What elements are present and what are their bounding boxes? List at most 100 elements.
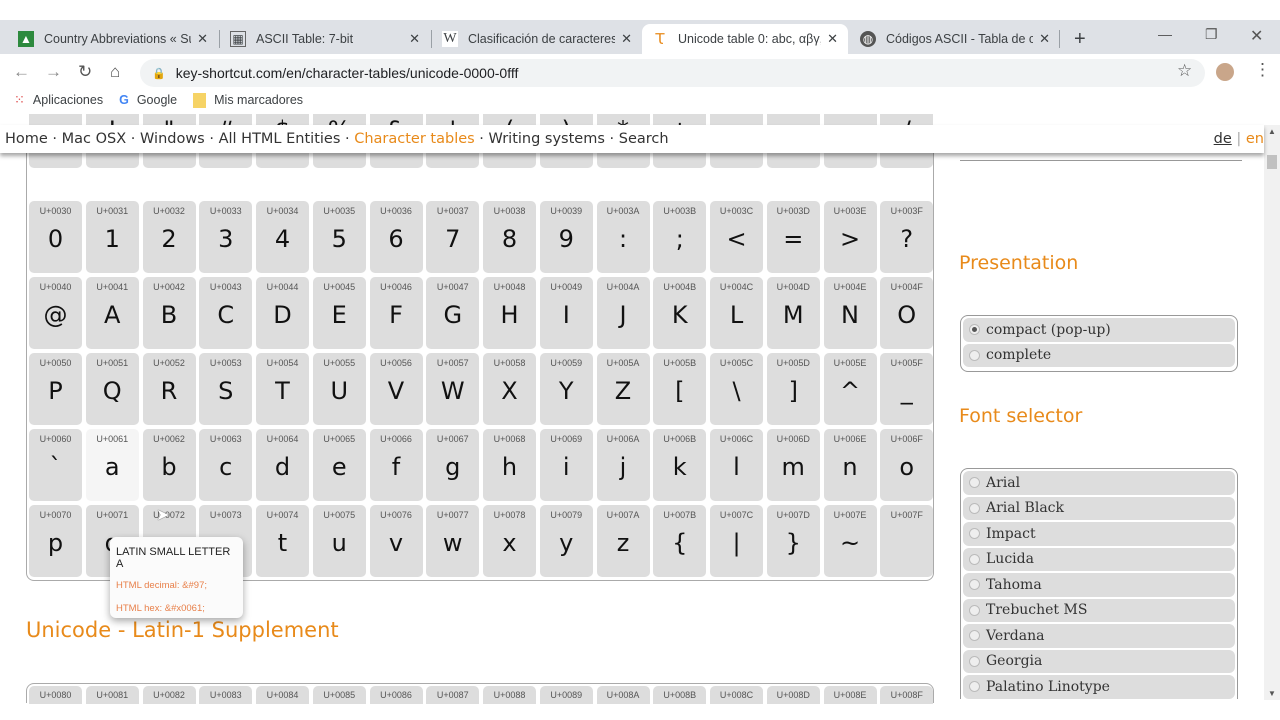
char-cell[interactable]: U+0054 T — [256, 353, 309, 425]
close-window-button[interactable]: ✕ — [1250, 26, 1263, 46]
char-cell[interactable]: U+0040 @ — [29, 277, 82, 349]
char-cell[interactable]: U+0050 P — [29, 353, 82, 425]
close-tab-icon[interactable]: ✕ — [197, 31, 208, 47]
char-cell[interactable]: U+006E n — [823, 429, 877, 501]
minimize-button[interactable]: — — [1158, 26, 1172, 42]
nav-writing-systems[interactable]: Writing systems — [489, 131, 605, 147]
char-cell[interactable]: U+004D M — [766, 277, 820, 349]
char-cell[interactable]: U+0089 — [539, 686, 593, 704]
presentation-option[interactable]: compact (pop-up) — [963, 318, 1235, 342]
char-cell[interactable]: U+005E ^ — [823, 353, 877, 425]
char-cell[interactable]: U+004C L — [710, 277, 763, 349]
char-cell[interactable]: U+004E N — [823, 277, 877, 349]
char-cell[interactable]: U+0088 — [483, 686, 536, 704]
char-cell[interactable]: U+0047 G — [426, 277, 480, 349]
page-scrollbar[interactable]: ▲ ▼ — [1264, 125, 1280, 700]
char-cell[interactable]: U+0037 7 — [426, 201, 480, 273]
radio-icon[interactable] — [969, 324, 980, 336]
char-cell[interactable]: U+0038 8 — [483, 201, 536, 273]
font-option[interactable]: Lucida — [963, 547, 1235, 571]
char-cell[interactable]: U+0056 V — [369, 353, 423, 425]
font-option[interactable]: Tahoma — [963, 573, 1235, 597]
char-cell[interactable]: U+005C \ — [710, 353, 763, 425]
char-cell[interactable]: U+0033 3 — [199, 201, 253, 273]
char-cell[interactable]: U+008D — [766, 686, 820, 704]
char-cell[interactable]: U+0081 — [85, 686, 139, 704]
restore-button[interactable]: ❐ — [1205, 26, 1218, 43]
char-cell[interactable]: U+004F O — [880, 277, 934, 349]
char-cell[interactable]: U+0077 w — [426, 505, 480, 577]
radio-icon[interactable] — [969, 604, 980, 616]
home-button[interactable]: ⌂ — [110, 62, 120, 82]
char-cell[interactable]: U+0075 u — [312, 505, 366, 577]
tab-country-abbreviations[interactable]: ▲ Country Abbreviations « Su ✕ — [8, 24, 218, 54]
char-cell[interactable]: U+0060 ` — [29, 429, 82, 501]
nav-windows[interactable]: Windows — [140, 131, 205, 147]
font-option[interactable]: Arial Black — [963, 496, 1235, 520]
forward-button[interactable]: → — [45, 62, 62, 82]
char-cell[interactable]: U+0043 C — [199, 277, 253, 349]
char-cell[interactable]: U+0074 t — [256, 505, 309, 577]
char-cell[interactable]: U+0051 Q — [85, 353, 139, 425]
char-cell[interactable]: U+006A j — [596, 429, 650, 501]
tab-unicode-table[interactable]: Ꚍ Unicode table 0: abc, αβγ, ✕ — [642, 24, 848, 54]
char-cell[interactable]: U+0067 g — [426, 429, 480, 501]
char-cell[interactable]: U+0058 X — [483, 353, 536, 425]
char-cell[interactable]: U+007F — [880, 505, 934, 577]
tab-codigos-ascii[interactable]: ◍ Códigos ASCII - Tabla de c ✕ — [850, 24, 1060, 54]
char-cell[interactable]: U+008C — [710, 686, 763, 704]
nav-html-entities[interactable]: All HTML Entities — [219, 131, 341, 147]
char-cell[interactable]: U+0086 — [369, 686, 423, 704]
char-cell[interactable]: U+0083 — [199, 686, 253, 704]
new-tab-button[interactable]: + — [1064, 24, 1096, 54]
radio-icon[interactable] — [969, 502, 980, 514]
char-cell[interactable]: U+0030 0 — [29, 201, 82, 273]
char-cell[interactable]: U+0045 E — [312, 277, 366, 349]
bookmark-folder[interactable]: Mis marcadores — [193, 92, 303, 108]
char-cell[interactable]: U+0042 B — [142, 277, 196, 349]
char-cell[interactable]: U+0069 i — [539, 429, 593, 501]
nav-search[interactable]: Search — [619, 131, 669, 147]
char-cell[interactable]: U+0084 — [256, 686, 309, 704]
char-cell[interactable]: U+0041 A — [85, 277, 139, 349]
char-cell[interactable]: U+005A Z — [596, 353, 650, 425]
nav-mac-osx[interactable]: Mac OSX — [62, 131, 127, 147]
char-cell[interactable]: U+0070 p — [29, 505, 82, 577]
char-cell[interactable]: U+0049 I — [539, 277, 593, 349]
char-cell[interactable]: U+0064 d — [256, 429, 309, 501]
close-tab-icon[interactable]: ✕ — [409, 31, 420, 47]
char-cell[interactable]: U+0057 W — [426, 353, 480, 425]
char-cell[interactable]: U+0061 a — [85, 429, 139, 501]
radio-icon[interactable] — [969, 681, 980, 693]
char-cell[interactable]: U+0080 — [29, 686, 82, 704]
char-cell[interactable]: U+0087 — [426, 686, 480, 704]
radio-icon[interactable] — [969, 349, 980, 361]
font-option[interactable]: Impact — [963, 522, 1235, 546]
char-cell[interactable]: U+003D = — [766, 201, 820, 273]
char-cell[interactable]: U+0035 5 — [312, 201, 366, 273]
reload-button[interactable]: ↻ — [78, 62, 92, 82]
char-cell[interactable]: U+0046 F — [369, 277, 423, 349]
char-cell[interactable]: U+0085 — [312, 686, 366, 704]
radio-icon[interactable] — [969, 630, 980, 642]
radio-icon[interactable] — [969, 655, 980, 667]
font-option[interactable]: Verdana — [963, 624, 1235, 648]
radio-icon[interactable] — [969, 579, 980, 591]
char-cell[interactable]: U+0052 R — [142, 353, 196, 425]
font-option[interactable]: Arial — [963, 471, 1235, 495]
close-tab-icon[interactable]: ✕ — [827, 31, 838, 47]
char-cell[interactable]: U+0044 D — [256, 277, 309, 349]
char-cell[interactable]: U+0032 2 — [142, 201, 196, 273]
char-cell[interactable]: U+007D} — [766, 505, 820, 577]
char-cell[interactable]: U+003A: — [596, 201, 650, 273]
char-cell[interactable]: U+004A J — [596, 277, 650, 349]
tab-ascii-table[interactable]: ▦ ASCII Table: 7-bit ✕ — [220, 24, 430, 54]
char-cell[interactable]: U+003F? — [880, 201, 934, 273]
char-cell[interactable]: U+004B K — [653, 277, 707, 349]
char-cell[interactable]: U+008B — [653, 686, 707, 704]
char-cell[interactable]: U+006F o — [880, 429, 934, 501]
font-option[interactable]: Georgia — [963, 649, 1235, 673]
char-cell[interactable]: U+0062 b — [142, 429, 196, 501]
nav-home[interactable]: Home — [5, 131, 48, 147]
char-cell[interactable]: U+007A z — [596, 505, 650, 577]
